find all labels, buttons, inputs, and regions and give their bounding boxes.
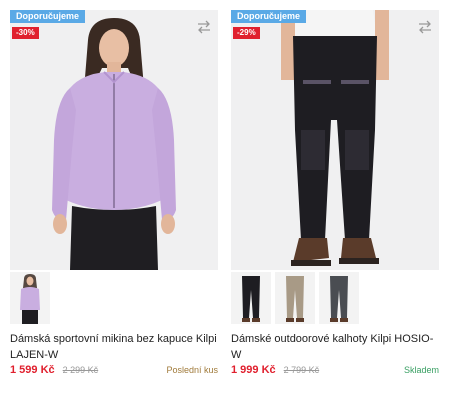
price-row-hosio: 1 999 Kč 2 799 Kč Skladem xyxy=(231,364,439,380)
stock-status: Poslední kus xyxy=(166,365,218,375)
thumbnail-black[interactable] xyxy=(231,272,271,324)
thumbnail-gray[interactable] xyxy=(319,272,359,324)
woman-pants-illustration xyxy=(281,10,389,266)
stock-status: Skladem xyxy=(403,365,439,375)
thumbnail-strip xyxy=(10,272,218,324)
recommended-badge: Doporučujeme xyxy=(231,10,307,23)
price-row-lajen: 1 599 Kč 2 299 Kč Poslední kus xyxy=(10,364,218,380)
product-image-lajen[interactable]: Doporučujeme -30% xyxy=(10,10,218,270)
product-image-hosio[interactable]: Doporučujeme -29% xyxy=(231,10,439,270)
product-name-hosio[interactable]: Dámské outdoorové kalhoty Kilpi HOSIO-W xyxy=(231,331,439,365)
product-card-lajen[interactable]: Doporučujeme -30% Dámská sportovní mikin… xyxy=(10,10,218,365)
original-price: 2 299 Kč xyxy=(62,365,99,375)
recommended-badge: Doporučujeme xyxy=(10,10,86,23)
current-price: 1 999 Kč xyxy=(231,364,276,376)
original-price: 2 799 Kč xyxy=(283,365,320,375)
thumbnail-lavender[interactable] xyxy=(10,272,50,324)
woman-jacket-illustration xyxy=(52,18,176,270)
thumbnail-beige[interactable] xyxy=(275,272,315,324)
thumbnail-strip xyxy=(231,272,439,324)
compare-arrows-icon[interactable] xyxy=(196,20,212,34)
product-card-hosio[interactable]: Doporučujeme -29% Dámské outdoorové kalh… xyxy=(231,10,439,365)
discount-badge: -30% xyxy=(12,27,39,39)
current-price: 1 599 Kč xyxy=(10,364,55,376)
compare-arrows-icon[interactable] xyxy=(417,20,433,34)
discount-badge: -29% xyxy=(233,27,260,39)
product-name-lajen[interactable]: Dámská sportovní mikina bez kapuce Kilpi… xyxy=(10,331,218,365)
